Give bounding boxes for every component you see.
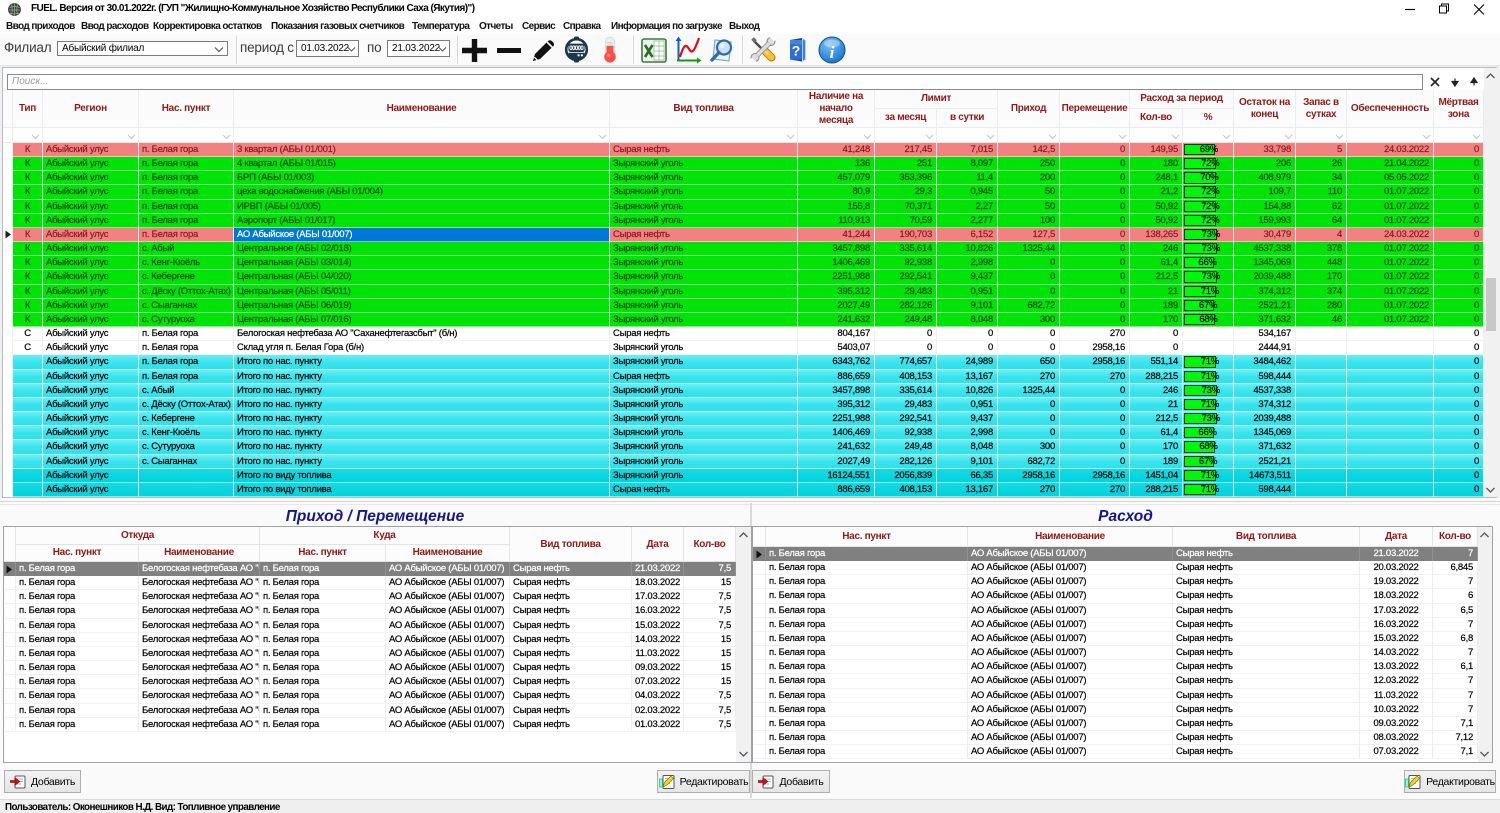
svg-text:?: ? xyxy=(792,43,801,59)
svg-text:i: i xyxy=(830,43,835,62)
